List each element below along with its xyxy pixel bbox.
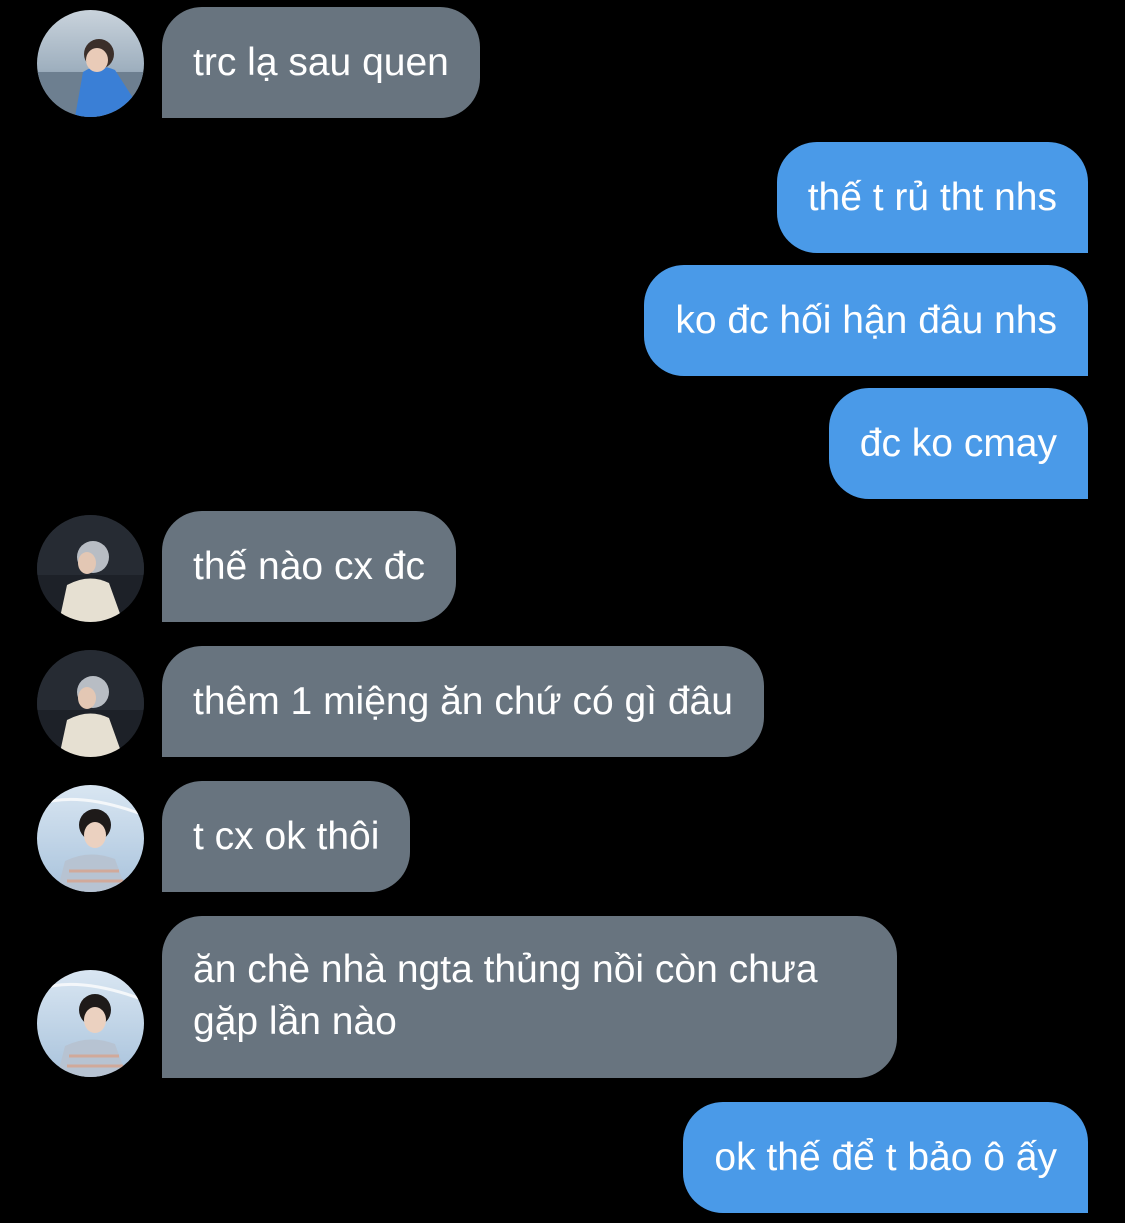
avatar[interactable] [37,970,144,1077]
avatar-photo-icon [37,515,144,622]
message-bubble-incoming[interactable]: ăn chè nhà ngta thủng nồi còn chưa gặp l… [162,916,897,1078]
avatar[interactable] [37,515,144,622]
message-bubble-incoming[interactable]: t cx ok thôi [162,781,411,892]
avatar[interactable] [37,785,144,892]
avatar-photo-icon [37,650,144,757]
message-bubble-outgoing[interactable]: đc ko cmay [828,388,1088,499]
message-bubble-outgoing[interactable]: ok thế để t bảo ô ấy [683,1102,1088,1213]
avatar-photo-icon [37,785,144,892]
avatar-photo-icon [37,970,144,1077]
avatar[interactable] [37,650,144,757]
message-bubble-incoming[interactable]: trc lạ sau quen [162,7,480,118]
message-bubble-incoming[interactable]: thế nào cx đc [162,511,456,622]
message-bubble-incoming[interactable]: thêm 1 miệng ăn chứ có gì đâu [162,646,764,757]
message-bubble-outgoing[interactable]: thế t rủ tht nhs [776,142,1088,253]
message-bubble-outgoing[interactable]: ko đc hối hận đâu nhs [644,265,1088,376]
avatar[interactable] [37,10,144,117]
avatar-photo-icon [37,10,144,117]
